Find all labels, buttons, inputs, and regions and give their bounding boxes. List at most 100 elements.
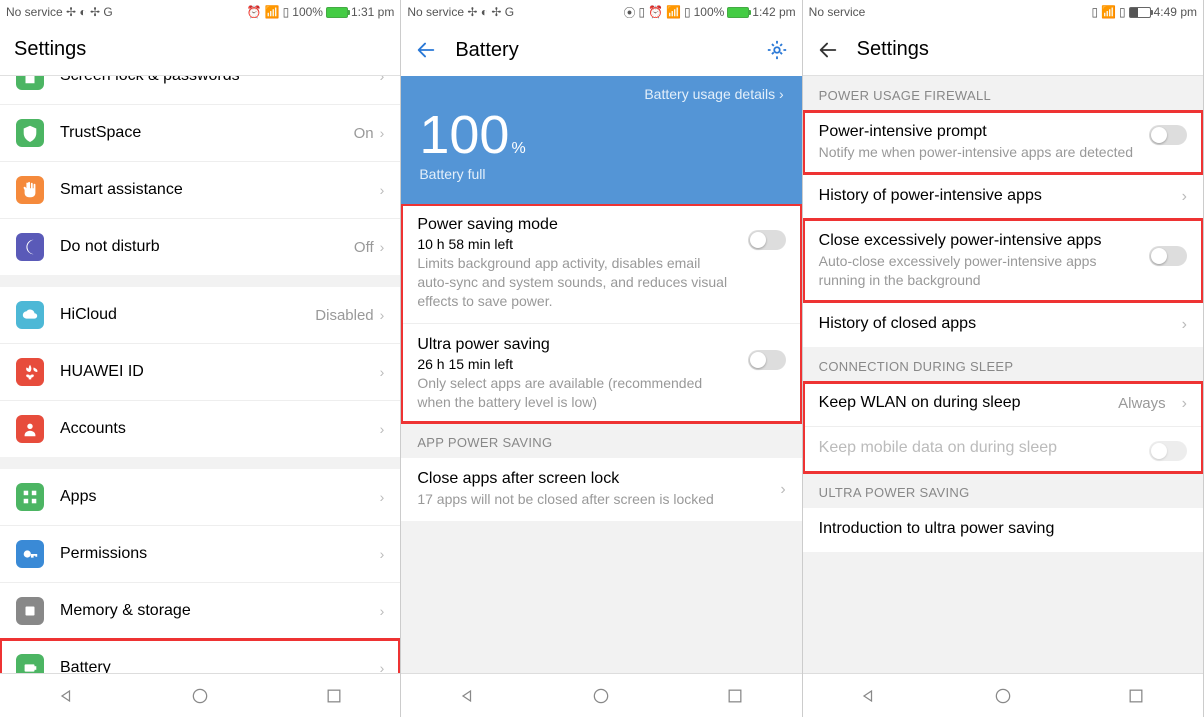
wifi-icon: 📶 <box>1101 5 1116 19</box>
chevron-right-icon: › <box>380 76 385 84</box>
setting-title: History of power-intensive apps <box>819 187 1170 205</box>
setting-title: Close excessively power-intensive apps <box>819 232 1137 250</box>
intro-ultra-row[interactable]: Introduction to ultra power saving <box>803 508 1203 552</box>
sim-icon: ▯ <box>283 5 290 19</box>
status-bar: No service ✢ ◐ ✢ G ⦿ ▯ ⏰ 📶 ▯ 100% 1:42 p… <box>401 0 801 24</box>
hand-icon <box>16 176 44 204</box>
close-apps-row[interactable]: Close apps after screen lock 17 apps wil… <box>401 458 801 521</box>
settings-row-shield[interactable]: TrustSpace On › <box>0 104 400 161</box>
row-label: HUAWEI ID <box>60 363 380 381</box>
chevron-right-icon: › <box>380 660 385 673</box>
back-icon[interactable] <box>415 39 437 61</box>
chevron-right-icon: › <box>380 239 385 255</box>
nav-recent-icon[interactable] <box>1126 686 1146 706</box>
row-label: Screen lock & passwords <box>60 76 380 85</box>
power-saving-group: Power saving mode 10 h 58 min left Limit… <box>401 204 801 423</box>
settings-row-grid[interactable]: Apps › <box>0 469 400 525</box>
settings-row-huawei[interactable]: HUAWEI ID › <box>0 343 400 400</box>
screen-settings: No service ✢ ◐ ✢ G ⏰ 📶 ▯ 100% 1:31 pm Se… <box>0 0 401 717</box>
setting-title: Keep mobile data on during sleep <box>819 439 1137 457</box>
nav-home-icon[interactable] <box>591 686 611 706</box>
chevron-right-icon: › <box>1182 188 1187 206</box>
nav-recent-icon[interactable] <box>725 686 745 706</box>
prompt-toggle[interactable] <box>1149 125 1187 145</box>
battery-scroll[interactable]: Battery usage details › 100% Battery ful… <box>401 76 801 673</box>
setting-title: History of closed apps <box>819 315 1170 333</box>
settings-row-chip[interactable]: Memory & storage › <box>0 582 400 639</box>
settings-scroll[interactable]: POWER USAGE FIREWALL Power-intensive pro… <box>803 76 1203 673</box>
chevron-right-icon: › <box>380 364 385 380</box>
sim-icon: ▯ <box>1119 5 1126 19</box>
section-header-ultra: ULTRA POWER SAVING <box>803 473 1203 508</box>
settings-row-user[interactable]: Accounts › <box>0 400 400 457</box>
wifi-icon: 📶 <box>265 5 280 19</box>
chevron-right-icon: › <box>780 481 785 499</box>
settings-row-key[interactable]: Permissions › <box>0 525 400 582</box>
setting-title: Keep WLAN on during sleep <box>819 394 1106 412</box>
shield-icon <box>16 119 44 147</box>
power-intensive-prompt-row[interactable]: Power-intensive prompt Notify me when po… <box>803 111 1203 174</box>
settings-row-cloud[interactable]: HiCloud Disabled › <box>0 287 400 343</box>
nav-home-icon[interactable] <box>190 686 210 706</box>
settings-row-moon[interactable]: Do not disturb Off › <box>0 218 400 275</box>
row-label: HiCloud <box>60 306 315 324</box>
status-right: ▯ 📶 ▯ 4:49 pm <box>1091 5 1197 19</box>
chevron-right-icon: › <box>380 546 385 562</box>
power-saving-toggle[interactable] <box>748 230 786 250</box>
setting-value: Always <box>1118 395 1166 412</box>
row-label: Smart assistance <box>60 181 380 199</box>
close-excessive-toggle[interactable] <box>1149 246 1187 266</box>
nav-bar <box>803 673 1203 717</box>
setting-title: Close apps after screen lock <box>417 470 768 488</box>
settings-list[interactable]: Screen lock & passwords › TrustSpace On … <box>0 76 400 673</box>
nav-bar <box>401 673 801 717</box>
status-right: ⏰ 📶 ▯ 100% 1:31 pm <box>247 5 395 19</box>
chevron-right-icon: › <box>380 307 385 323</box>
key-icon <box>16 540 44 568</box>
vibrate-icon: ▯ <box>1091 5 1098 19</box>
setting-title: Ultra power saving <box>417 336 735 354</box>
settings-row-hand[interactable]: Smart assistance › <box>0 161 400 218</box>
status-left: No service <box>809 5 866 19</box>
vibrate-icon: ▯ <box>638 5 645 19</box>
back-icon[interactable] <box>817 39 839 61</box>
battery-details-link[interactable]: Battery usage details › <box>419 86 783 102</box>
nav-bar <box>0 673 400 717</box>
settings-row-lock[interactable]: Screen lock & passwords › <box>0 76 400 104</box>
nav-back-icon[interactable] <box>458 686 478 706</box>
app-bar: Settings <box>803 24 1203 76</box>
chevron-right-icon: › <box>380 182 385 198</box>
battery-icon <box>16 654 44 673</box>
setting-subtitle: 26 h 15 min left <box>417 356 735 372</box>
row-value: Disabled <box>315 307 373 324</box>
battery-icon <box>326 7 348 18</box>
history-power-intensive-row[interactable]: History of power-intensive apps › <box>803 174 1203 219</box>
close-excessive-row[interactable]: Close excessively power-intensive apps A… <box>803 219 1203 302</box>
history-closed-row[interactable]: History of closed apps › <box>803 302 1203 347</box>
setting-title: Introduction to ultra power saving <box>819 520 1187 538</box>
nav-back-icon[interactable] <box>859 686 879 706</box>
chevron-right-icon: › <box>1182 395 1187 413</box>
nav-home-icon[interactable] <box>993 686 1013 706</box>
section-header-firewall: POWER USAGE FIREWALL <box>803 76 1203 111</box>
row-label: TrustSpace <box>60 124 354 142</box>
alarm-icon: ⏰ <box>247 5 262 19</box>
status-left: No service ✢ ◐ ✢ G <box>6 5 113 19</box>
section-gap <box>0 457 400 469</box>
connection-sleep-group: Keep WLAN on during sleep Always › Keep … <box>803 382 1203 473</box>
nav-back-icon[interactable] <box>57 686 77 706</box>
setting-title: Power saving mode <box>417 216 735 234</box>
settings-row-battery[interactable]: Battery › <box>0 639 400 673</box>
nav-recent-icon[interactable] <box>324 686 344 706</box>
battery-percent: 100% <box>419 108 783 162</box>
setting-subtitle: 10 h 58 min left <box>417 236 735 252</box>
section-gap <box>0 275 400 287</box>
ultra-power-saving-row[interactable]: Ultra power saving 26 h 15 min left Only… <box>401 323 801 424</box>
battery-panel[interactable]: Battery usage details › 100% Battery ful… <box>401 76 801 204</box>
wlan-sleep-row[interactable]: Keep WLAN on during sleep Always › <box>803 382 1203 426</box>
battery-full-label: Battery full <box>419 166 783 182</box>
power-saving-mode-row[interactable]: Power saving mode 10 h 58 min left Limit… <box>401 204 801 323</box>
gear-icon[interactable] <box>766 39 788 61</box>
row-label: Accounts <box>60 420 380 438</box>
ultra-power-toggle[interactable] <box>748 350 786 370</box>
